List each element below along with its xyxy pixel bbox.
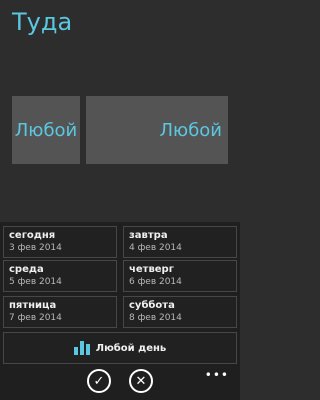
day-option-wednesday[interactable]: среда 5 фев 2014 [3, 260, 117, 292]
day-name: суббота [129, 300, 175, 311]
app-bar: ✓ ✕ ••• [0, 364, 240, 400]
more-options-icon[interactable]: ••• [205, 368, 229, 382]
checkmark-icon[interactable]: ✓ [87, 369, 111, 393]
day-name: сегодня [9, 230, 56, 241]
bar-chart-icon [73, 341, 90, 355]
day-option-thursday[interactable]: четверг 6 фев 2014 [123, 260, 237, 292]
close-icon[interactable]: ✕ [129, 369, 153, 393]
day-name: пятница [9, 300, 57, 311]
origin-any-tile[interactable]: Любой [12, 96, 80, 164]
day-name: завтра [129, 230, 168, 241]
day-date: 5 фев 2014 [9, 277, 62, 287]
destination-any-tile[interactable]: Любой [86, 96, 228, 164]
day-name: четверг [129, 264, 174, 275]
day-date: 4 фев 2014 [129, 243, 182, 253]
day-name: среда [9, 264, 44, 275]
destination-any-label: Любой [159, 119, 223, 141]
day-option-saturday[interactable]: суббота 8 фев 2014 [123, 296, 237, 328]
any-day-label: Любой день [95, 342, 167, 354]
any-day-button[interactable]: Любой день [3, 332, 237, 364]
day-date: 6 фев 2014 [129, 277, 182, 287]
day-date: 8 фев 2014 [129, 313, 182, 323]
day-option-tomorrow[interactable]: завтра 4 фев 2014 [123, 226, 237, 258]
page-title: Туда [12, 8, 73, 36]
day-date: 3 фев 2014 [9, 243, 62, 253]
origin-any-label: Любой [14, 119, 78, 141]
day-date: 7 фев 2014 [9, 313, 62, 323]
day-option-today[interactable]: сегодня 3 фев 2014 [3, 226, 117, 258]
day-option-friday[interactable]: пятница 7 фев 2014 [3, 296, 117, 328]
